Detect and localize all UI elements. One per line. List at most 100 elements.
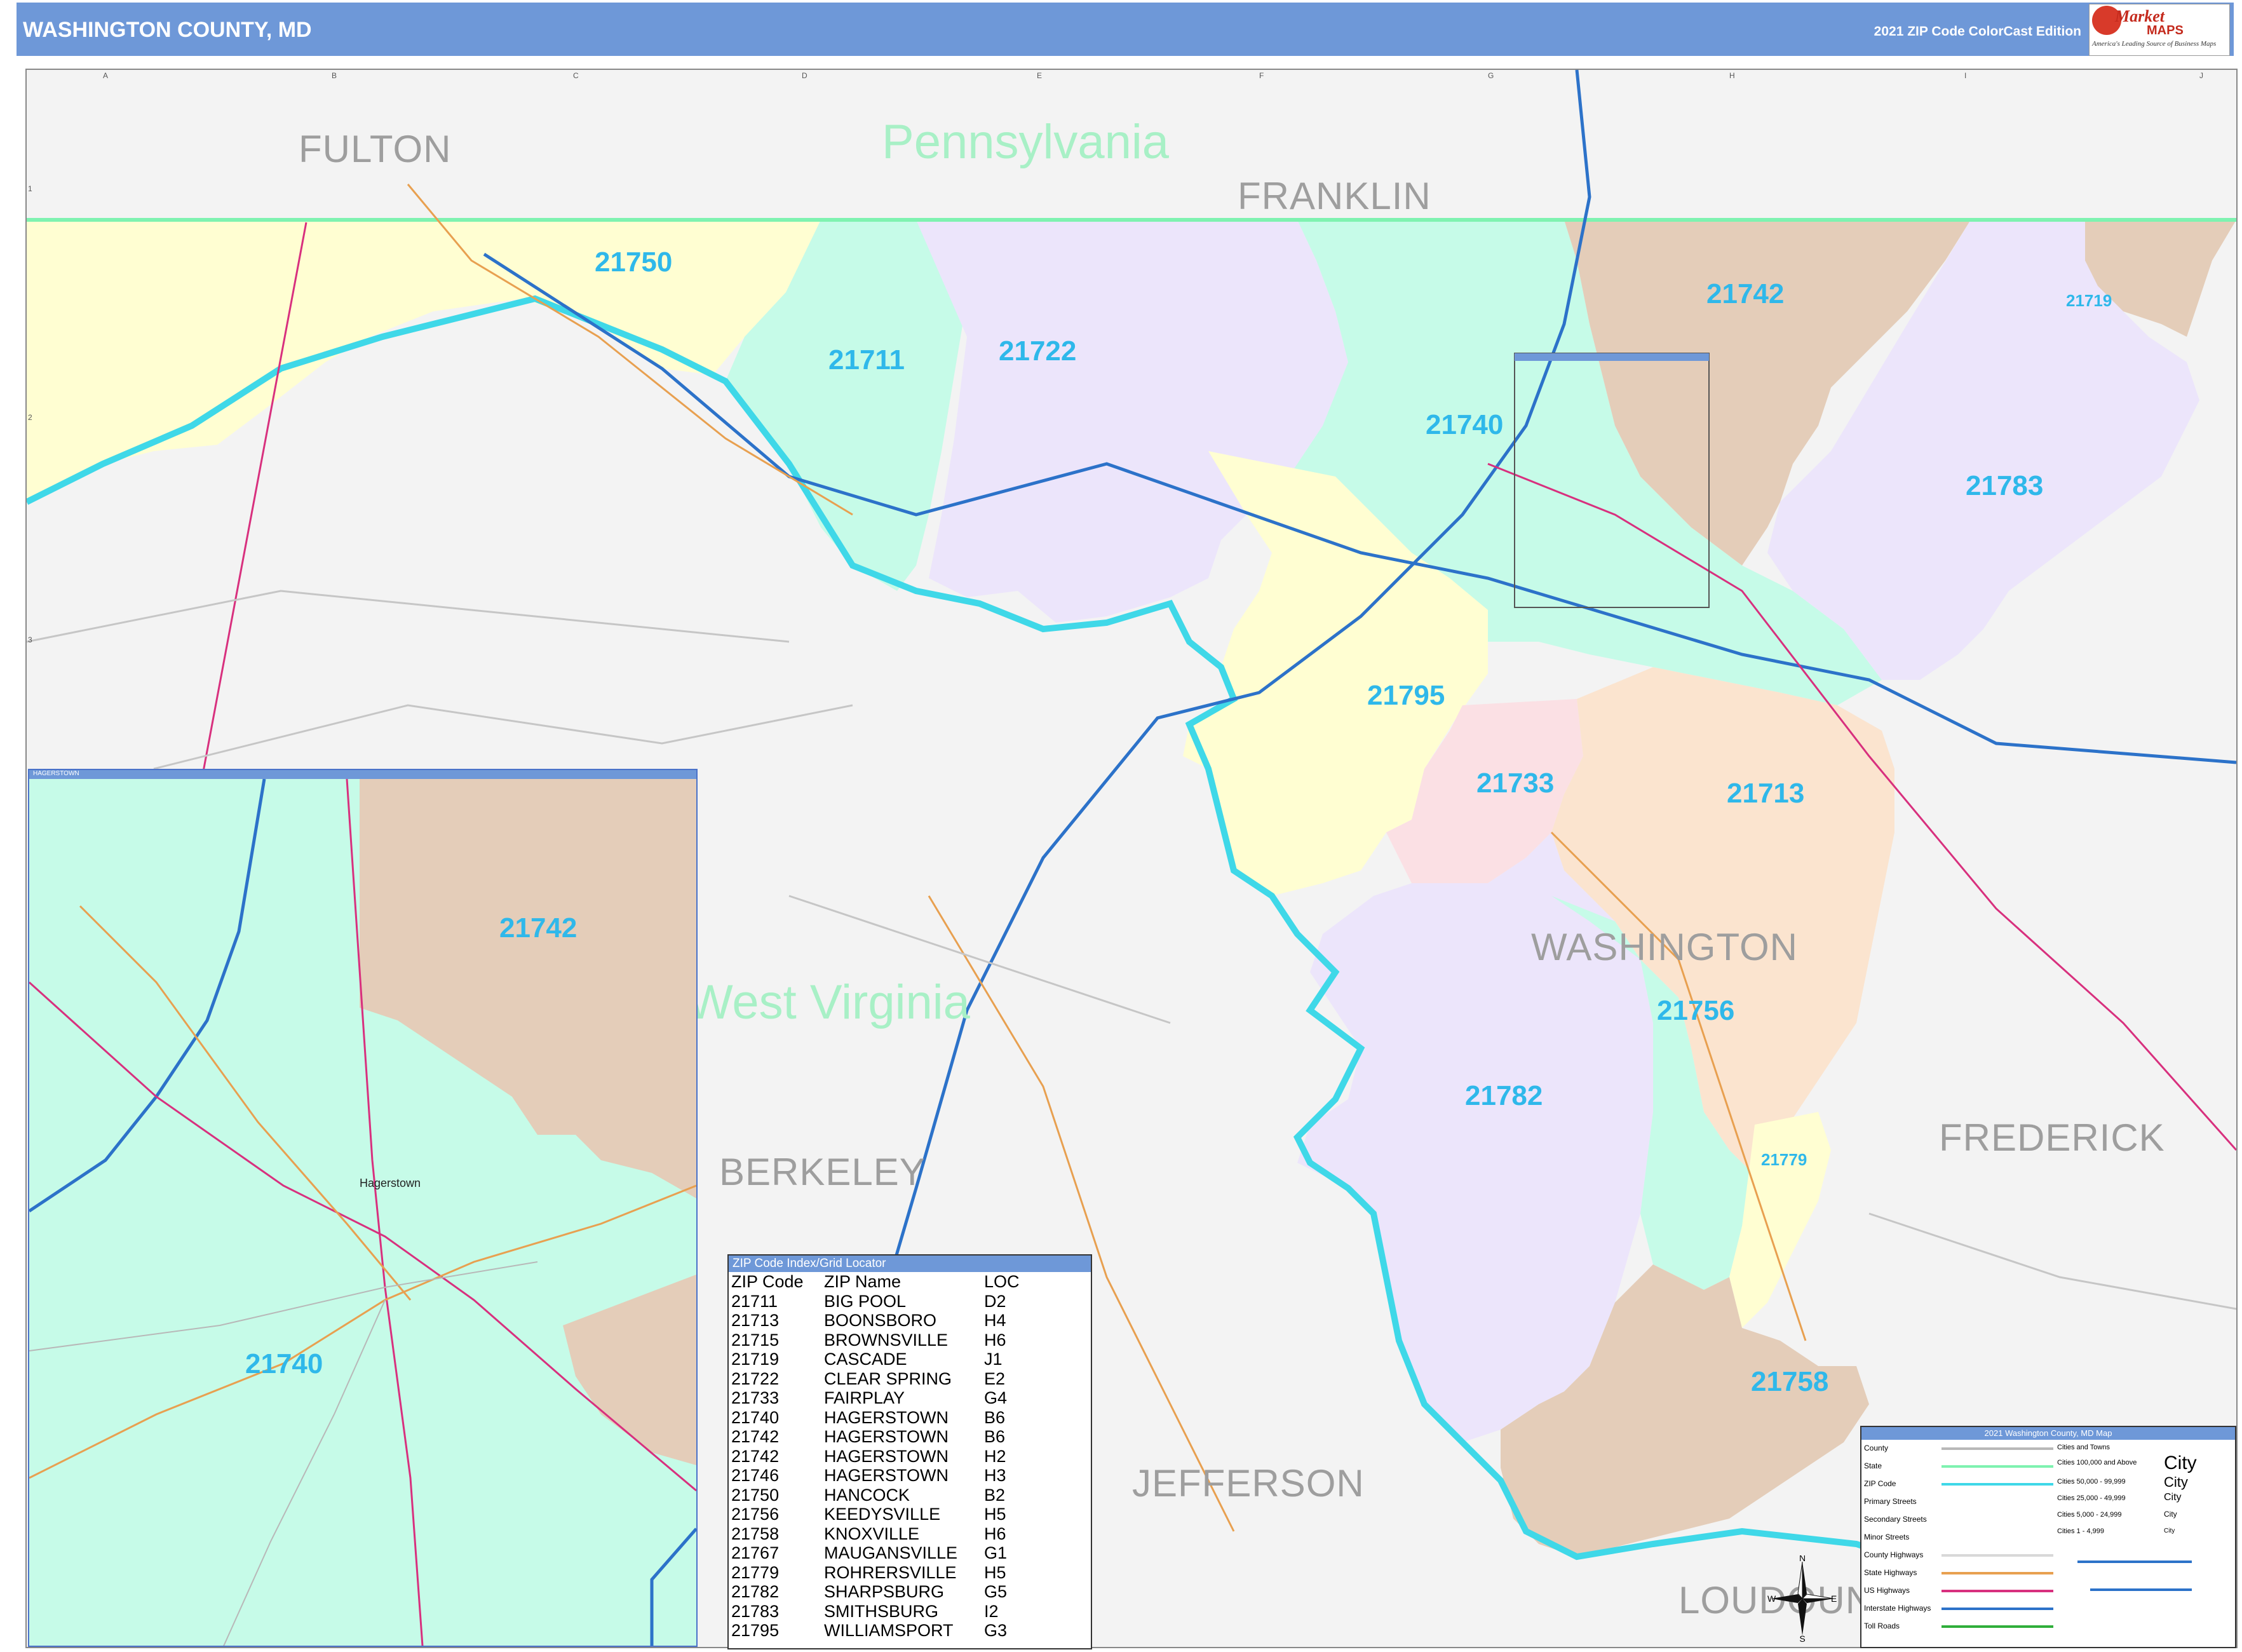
table-row: 21742 HAGERSTOWN H2 xyxy=(731,1447,1023,1466)
state-label-pennsylvania: Pennsylvania xyxy=(882,115,1170,169)
legend-item-state: State xyxy=(1864,1461,1882,1470)
table-row: 21756 KEEDYSVILLE H5 xyxy=(731,1505,1023,1524)
grid-label-col-f: F xyxy=(1259,71,1264,80)
zip-index-header-row: ZIP Code ZIP Name LOC xyxy=(731,1272,1023,1292)
cell-loc: H6 xyxy=(984,1524,1006,1543)
zip-index-table: ZIP Code ZIP Name LOC 21711 BIG POOL D2 21… xyxy=(731,1272,1023,1641)
logo-text-maps: MAPS xyxy=(2147,24,2184,37)
zip-label: 21758 xyxy=(1751,1366,1829,1397)
legend-city-tier-2: Cities 50,000 - 99,999 xyxy=(2057,1478,2126,1486)
table-row: 21795 WILLIAMSPORT G3 xyxy=(731,1621,1023,1641)
header-zip-name: ZIP Name xyxy=(824,1272,902,1291)
legend-title: 2021 Washington County, MD Map xyxy=(1861,1427,2235,1440)
county-label-jefferson: JEFFERSON xyxy=(1132,1462,1365,1505)
cell-loc: H4 xyxy=(984,1311,1006,1330)
legend-city-sample-4: City xyxy=(2164,1510,2177,1519)
cell-name: KNOXVILLE xyxy=(824,1524,920,1543)
legend-item-minor-streets: Minor Streets xyxy=(1864,1533,1910,1541)
legend-item-zip-code: ZIP Code xyxy=(1864,1479,1896,1488)
cell-zip: 21711 xyxy=(731,1291,778,1311)
table-row: 21746 HAGERSTOWN H3 xyxy=(731,1466,1023,1486)
legend-scale-bar-km xyxy=(2077,1561,2192,1563)
cell-zip: 21746 xyxy=(731,1466,780,1485)
inset-zip-area-21742-south xyxy=(563,1275,696,1465)
cell-loc: G5 xyxy=(984,1582,1008,1601)
cell-name: SHARPSBURG xyxy=(824,1582,945,1601)
cell-name: HAGERSTOWN xyxy=(824,1427,949,1446)
inset-zip-label: 21740 xyxy=(245,1348,323,1379)
hagerstown-inset-map[interactable]: HAGERSTOWN 21742 21740 Hagerstown xyxy=(28,769,698,1647)
inset-canvas xyxy=(29,779,696,1646)
table-row: 21711 BIG POOL D2 xyxy=(731,1292,1023,1311)
legend-city-sample-1: City xyxy=(2164,1452,2197,1473)
cell-loc: H6 xyxy=(984,1330,1006,1350)
legend-swatch-county-highways xyxy=(1941,1554,2053,1557)
legend-city-tier-3: Cities 25,000 - 49,999 xyxy=(2057,1494,2126,1502)
grid-label-col-a: A xyxy=(103,71,109,80)
cell-name: BIG POOL xyxy=(824,1291,907,1311)
cell-name: KEEDYSVILLE xyxy=(824,1505,941,1524)
grid-label-col-g: G xyxy=(1488,71,1494,80)
cell-zip: 21750 xyxy=(731,1485,780,1505)
grid-label-row-1: 1 xyxy=(28,184,32,193)
legend-city-tier-5: Cities 1 - 4,999 xyxy=(2057,1527,2104,1535)
legend-city-sample-5: City xyxy=(2164,1527,2175,1534)
state-label-west-virginia: West Virginia xyxy=(687,975,970,1029)
cell-zip: 21783 xyxy=(731,1601,780,1621)
table-row: 21719 CASCADE J1 xyxy=(731,1350,1023,1369)
header-zip-code: ZIP Code xyxy=(731,1272,804,1291)
cell-loc: G4 xyxy=(984,1388,1008,1407)
zip-label: 21733 xyxy=(1476,768,1555,799)
table-row: 21713 BOONSBORO H4 xyxy=(731,1311,1023,1330)
county-label-fulton: FULTON xyxy=(299,128,452,170)
grid-label-col-i: I xyxy=(1964,71,1967,80)
legend-city-sample-2: City xyxy=(2164,1474,2188,1490)
zip-label: 21719 xyxy=(2066,291,2112,310)
county-road-1 xyxy=(27,590,790,643)
legend-city-tier-4: Cities 5,000 - 24,999 xyxy=(2057,1511,2122,1519)
cell-name: WILLIAMSPORT xyxy=(824,1621,954,1640)
cell-zip: 21742 xyxy=(731,1446,780,1466)
table-row: 21740 HAGERSTOWN B6 xyxy=(731,1408,1023,1428)
cell-zip: 21742 xyxy=(731,1427,780,1446)
grid-label-row-2: 2 xyxy=(28,413,32,422)
zip-label: 21756 xyxy=(1657,995,1735,1026)
cell-name: HAGERSTOWN xyxy=(824,1407,949,1427)
compass-rose-icon: N S W E xyxy=(1767,1555,1837,1642)
legend-swatch-state xyxy=(1941,1465,2053,1468)
legend-city-tier-1: Cities 100,000 and Above xyxy=(2057,1459,2137,1466)
cell-loc: B6 xyxy=(984,1407,1006,1427)
cell-name: HANCOCK xyxy=(824,1485,910,1505)
legend-item-state-highways: State Highways xyxy=(1864,1568,1917,1577)
cell-zip: 21719 xyxy=(731,1350,780,1369)
cell-loc: I2 xyxy=(984,1601,999,1621)
grid-label-col-j: J xyxy=(2199,71,2203,80)
cell-zip: 21733 xyxy=(731,1388,780,1407)
cell-name: HAGERSTOWN xyxy=(824,1446,949,1466)
zip-label: 21779 xyxy=(1761,1150,1807,1169)
grid-label-col-e: E xyxy=(1037,71,1043,80)
grid-label-col-b: B xyxy=(332,71,337,80)
cell-zip: 21767 xyxy=(731,1543,780,1562)
grid-label-col-h: H xyxy=(1729,71,1735,80)
compass-e: E xyxy=(1831,1594,1837,1604)
cell-loc: J1 xyxy=(984,1350,1003,1369)
cell-zip: 21740 xyxy=(731,1407,780,1427)
cell-loc: D2 xyxy=(984,1291,1006,1311)
zip-label: 21742 xyxy=(1706,278,1785,309)
legend-item-toll-roads: Toll Roads xyxy=(1864,1622,1900,1630)
county-label-berkeley: BERKELEY xyxy=(719,1151,926,1193)
logo-tagline: America's Leading Source of Business Map… xyxy=(2092,40,2217,48)
legend-item-county-highways: County Highways xyxy=(1864,1550,1924,1559)
inset-interstate-81 xyxy=(29,779,266,1213)
cell-loc: B6 xyxy=(984,1427,1006,1446)
county-label-washington: WASHINGTON xyxy=(1531,926,1799,968)
cell-name: CLEAR SPRING xyxy=(824,1369,952,1388)
zip-label: 21795 xyxy=(1367,680,1445,711)
cell-name: HAGERSTOWN xyxy=(824,1466,949,1485)
cell-name: CASCADE xyxy=(824,1350,907,1369)
legend-swatch-interstate-highways xyxy=(1941,1608,2053,1610)
inset-county-road xyxy=(29,1261,538,1351)
legend-cities-header: Cities and Towns xyxy=(2057,1444,2110,1451)
inset-city-label: Hagerstown xyxy=(360,1177,421,1189)
